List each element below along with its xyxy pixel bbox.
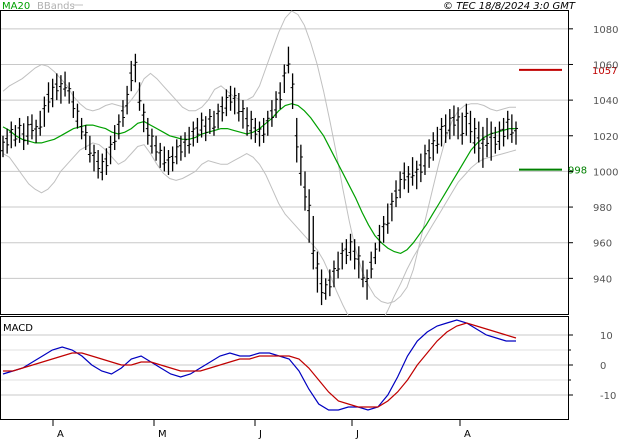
price-tick-label: 1060 [593,60,618,71]
chart-canvas: 1057998 10801060104010201000980960940 MA… [0,1,618,440]
price-tick-label: 960 [593,239,612,250]
macd-axis-labels: 10 0 -10 [568,331,616,402]
copyright-timestamp: © TEC 18/8/2024 3:0 GMT [443,1,576,12]
time-tick-label: A [464,429,471,440]
price-tick-label: 1080 [593,25,618,36]
price-tick-label: 1040 [593,96,618,107]
time-tick-label: J [355,429,359,440]
bbands-legend-label: BBands [37,1,75,12]
macd-tick-label: 10 [600,331,613,342]
time-tick-label: J [258,429,262,440]
macd-tick-label: 0 [600,361,606,372]
price-tick-label: 1000 [593,167,618,178]
time-axis: AMJJA [52,420,471,440]
price-tick-label: 980 [593,203,612,214]
macd-title: MACD [3,323,33,334]
macd-panel [0,316,569,420]
price-tick-label: 1020 [593,132,618,143]
time-tick-label: M [158,429,167,440]
time-tick-label: A [57,429,64,440]
price-axis-labels: 1080 1060 1040 1020 1000 980 960 940 [568,25,618,285]
price-tick-label: 940 [593,274,612,285]
ma20-legend-label: MA20 [2,1,30,12]
macd-tick-label: -10 [600,391,616,402]
